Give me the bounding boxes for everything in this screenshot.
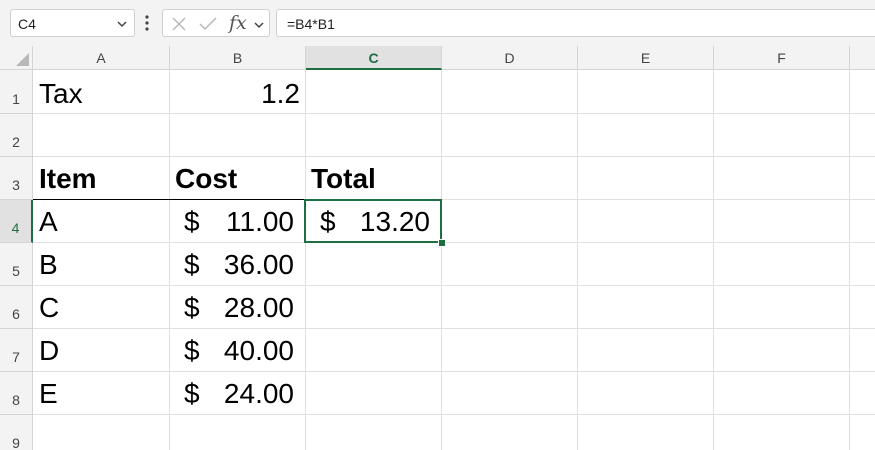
row-header-2[interactable]: 2	[0, 114, 33, 157]
cell-b7-currency: $	[184, 335, 200, 366]
gridline	[33, 371, 875, 372]
cell-c3[interactable]: Total	[311, 163, 376, 195]
row-number: 5	[12, 263, 20, 279]
column-header-a[interactable]: A	[33, 46, 170, 70]
gridline	[33, 113, 875, 114]
row-number: 6	[12, 306, 20, 322]
row-number: 2	[12, 134, 20, 150]
row-number: 1	[12, 91, 20, 107]
cell-b8[interactable]: 24.00	[224, 378, 294, 410]
enter-check-icon[interactable]	[199, 16, 217, 32]
cell-b6-currency: $	[184, 292, 200, 323]
row-number: 9	[12, 435, 20, 450]
row-header-3[interactable]: 3	[0, 157, 33, 200]
row-header-4[interactable]: 4	[0, 200, 33, 243]
cancel-icon[interactable]	[171, 16, 187, 32]
formula-text: =B4*B1	[287, 16, 335, 32]
cell-b8-currency: $	[184, 378, 200, 409]
name-box-value: C4	[18, 16, 36, 32]
formula-input[interactable]: =B4*B1	[276, 9, 875, 37]
cell-b6[interactable]: 28.00	[224, 292, 294, 324]
cell-a6[interactable]: C	[39, 292, 59, 324]
cell-a8[interactable]: E	[39, 378, 58, 410]
gridline	[713, 70, 714, 450]
cell-b5[interactable]: 36.00	[224, 249, 294, 281]
row-number: 3	[12, 177, 20, 193]
gridline	[169, 70, 170, 450]
select-all-triangle-icon	[16, 53, 29, 66]
column-header-c[interactable]: C	[306, 46, 442, 70]
column-header-e[interactable]: E	[578, 46, 714, 70]
cell-b5-currency: $	[184, 249, 200, 280]
cell-border	[33, 199, 305, 200]
row-number: 8	[12, 392, 20, 408]
formula-controls: fx	[162, 9, 270, 37]
cell-b4[interactable]: 11.00	[226, 206, 294, 238]
row-header-5[interactable]: 5	[0, 243, 33, 286]
more-options-icon[interactable]	[144, 14, 150, 32]
cell-b7[interactable]: 40.00	[224, 335, 294, 367]
cell-a5[interactable]: B	[39, 249, 58, 281]
gridline	[33, 242, 875, 243]
cell-a4[interactable]: A	[39, 206, 58, 238]
row-header-9[interactable]: 9	[0, 415, 33, 450]
select-all-button[interactable]	[0, 46, 33, 70]
row-header-8[interactable]: 8	[0, 372, 33, 415]
gridline	[33, 414, 875, 415]
cell-a1[interactable]: Tax	[39, 78, 83, 110]
row-number: 4	[11, 220, 20, 236]
row-header-7[interactable]: 7	[0, 329, 33, 372]
cell-b4-currency: $	[184, 206, 200, 237]
column-header-f[interactable]: F	[714, 46, 850, 70]
cell-a3[interactable]: Item	[39, 163, 97, 195]
cell-b1[interactable]: 1.2	[261, 78, 300, 110]
gridline	[33, 156, 875, 157]
cell-b3[interactable]: Cost	[175, 163, 237, 195]
row-number: 7	[12, 349, 20, 365]
column-header-g[interactable]	[850, 46, 875, 70]
chevron-down-icon[interactable]	[116, 18, 128, 30]
cell-a7[interactable]: D	[39, 335, 59, 367]
column-header-b[interactable]: B	[170, 46, 306, 70]
insert-function-icon[interactable]: fx	[229, 12, 247, 34]
gridline	[849, 70, 850, 450]
column-header-d[interactable]: D	[442, 46, 578, 70]
active-cell-selection	[304, 199, 442, 243]
row-header-6[interactable]: 6	[0, 286, 33, 329]
gridline	[441, 70, 442, 450]
spreadsheet-grid[interactable]: A B C D E F 1 2 3 4 5 6 7 8 9 Tax 1.2 It…	[0, 46, 875, 450]
name-box[interactable]: C4	[10, 9, 135, 37]
gridline	[33, 285, 875, 286]
gridline	[33, 328, 875, 329]
gridline	[305, 70, 306, 450]
formula-bar: C4 fx =B4*B1	[0, 0, 875, 46]
gridline	[577, 70, 578, 450]
row-header-1[interactable]: 1	[0, 70, 33, 114]
chevron-down-icon[interactable]	[253, 19, 265, 31]
fill-handle[interactable]	[438, 239, 446, 247]
